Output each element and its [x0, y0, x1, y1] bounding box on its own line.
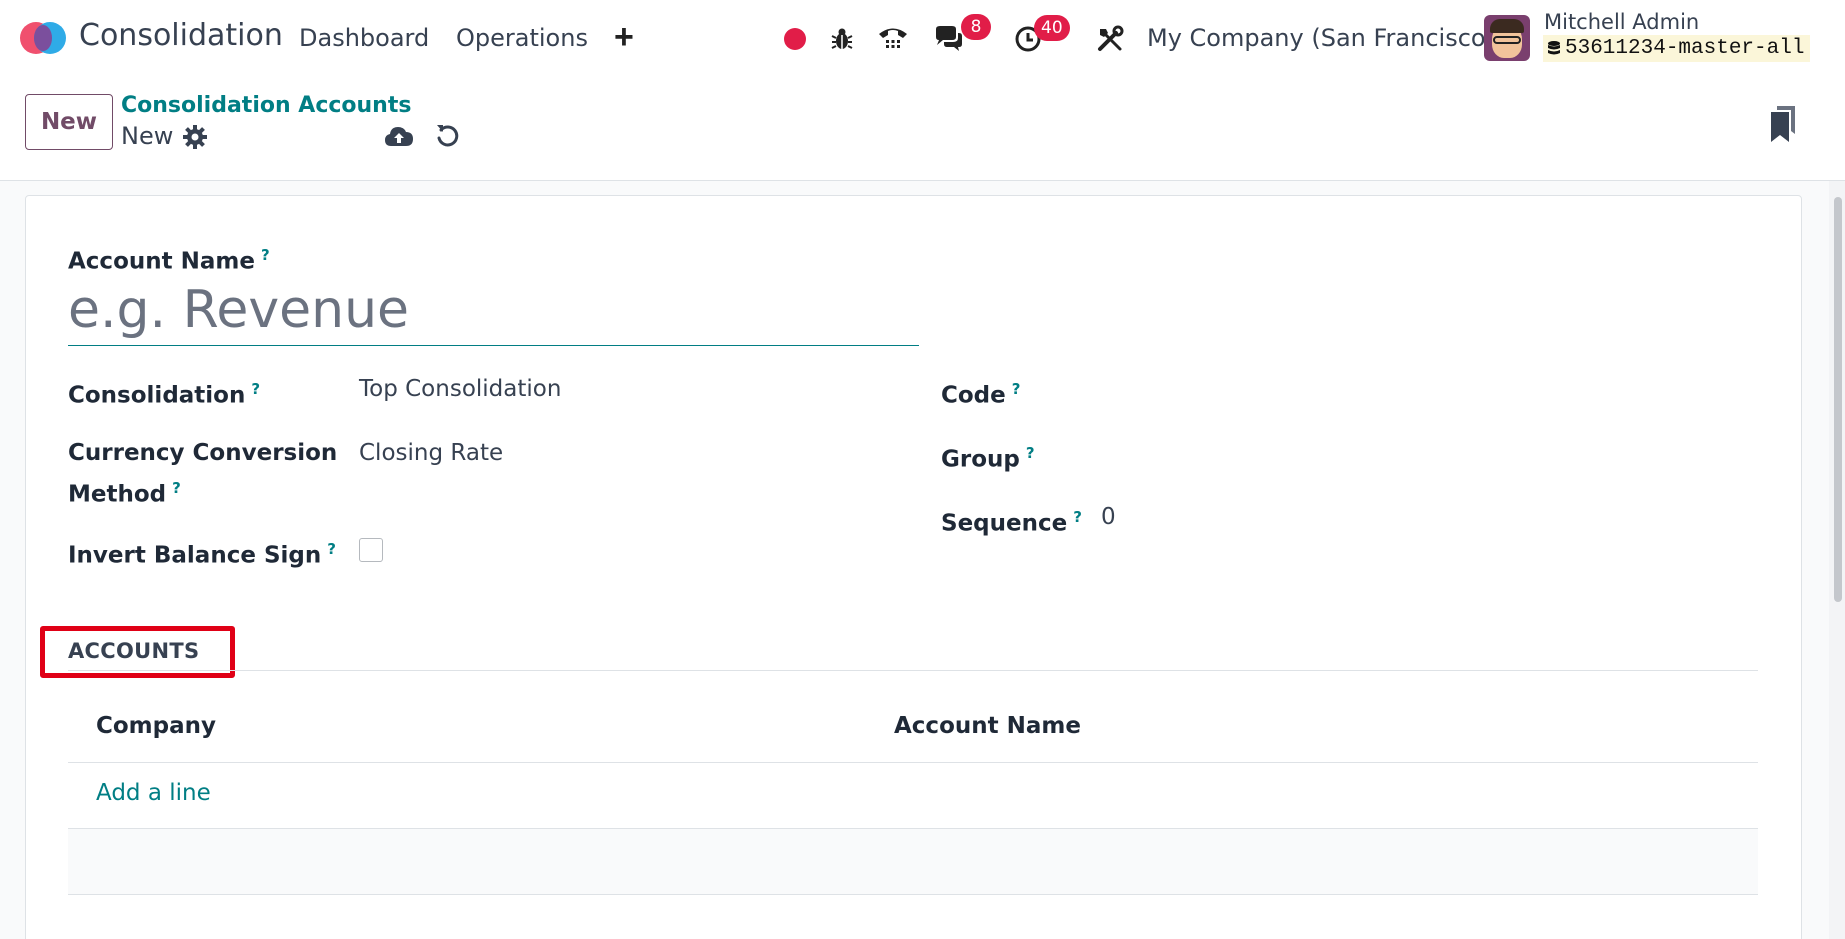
account-name-input[interactable] — [68, 275, 919, 346]
control-panel: New Consolidation Accounts New — [0, 77, 1845, 181]
database-tag: 53611234-master-all — [1543, 35, 1811, 62]
bug-icon[interactable] — [825, 22, 859, 56]
table-header-divider — [68, 762, 1758, 763]
tab-divider — [68, 670, 1758, 671]
sequence-field[interactable]: 0 — [1101, 500, 1116, 535]
table-row — [68, 829, 1758, 894]
add-line-link[interactable]: Add a line — [96, 780, 211, 806]
company-switcher[interactable]: My Company (San Francisco) — [1147, 24, 1495, 52]
column-header-company[interactable]: Company — [96, 713, 216, 739]
messages-count-badge: 8 — [961, 14, 991, 40]
help-icon[interactable]: ? — [1073, 508, 1082, 526]
activities-count-badge: 40 — [1034, 15, 1070, 41]
recording-dot-icon[interactable] — [778, 22, 812, 56]
account-name-label: Account Name? — [68, 246, 270, 275]
user-name[interactable]: Mitchell Admin — [1544, 10, 1699, 34]
app-name[interactable]: Consolidation — [79, 18, 283, 53]
app-logo-icon[interactable] — [20, 22, 66, 54]
phone-icon[interactable] — [876, 22, 910, 56]
help-icon[interactable]: ? — [327, 540, 336, 558]
help-icon[interactable]: ? — [251, 380, 260, 398]
menu-dashboard[interactable]: Dashboard — [299, 24, 429, 52]
table-row-divider — [68, 894, 1758, 895]
help-icon[interactable]: ? — [261, 246, 270, 264]
avatar[interactable] — [1484, 15, 1530, 61]
cloud-upload-icon[interactable] — [384, 122, 414, 152]
currency-method-field[interactable]: Closing Rate — [359, 436, 503, 471]
column-header-account-name[interactable]: Account Name — [894, 713, 1081, 739]
invert-balance-label: Invert Balance Sign? — [68, 540, 336, 569]
discard-icon[interactable] — [433, 121, 463, 151]
bookmark-icon[interactable] — [1769, 106, 1795, 142]
consolidation-field[interactable]: Top Consolidation — [359, 372, 561, 407]
top-navbar: Consolidation Dashboard Operations + 8 4… — [0, 0, 1845, 77]
currency-method-label: Currency Conversion Method? — [68, 440, 338, 508]
group-label: Group? — [941, 444, 1035, 473]
scrollbar-thumb[interactable] — [1834, 197, 1842, 602]
code-label: Code? — [941, 380, 1021, 409]
new-button[interactable]: New — [25, 94, 113, 150]
help-icon[interactable]: ? — [1012, 380, 1021, 398]
database-icon — [1548, 40, 1560, 54]
help-icon[interactable]: ? — [172, 479, 181, 497]
plus-icon[interactable]: + — [614, 18, 634, 57]
consolidation-label: Consolidation? — [68, 380, 261, 409]
sequence-label: Sequence? — [941, 508, 1082, 537]
help-icon[interactable]: ? — [1026, 444, 1035, 462]
record-title: New — [121, 122, 174, 150]
gear-icon[interactable] — [182, 124, 208, 150]
menu-operations[interactable]: Operations — [456, 24, 588, 52]
breadcrumb[interactable]: Consolidation Accounts — [121, 93, 411, 118]
tools-icon[interactable] — [1093, 22, 1127, 56]
tab-accounts[interactable]: ACCOUNTS — [68, 639, 199, 663]
invert-balance-checkbox[interactable] — [359, 538, 383, 562]
database-name: 53611234-master-all — [1565, 37, 1805, 60]
